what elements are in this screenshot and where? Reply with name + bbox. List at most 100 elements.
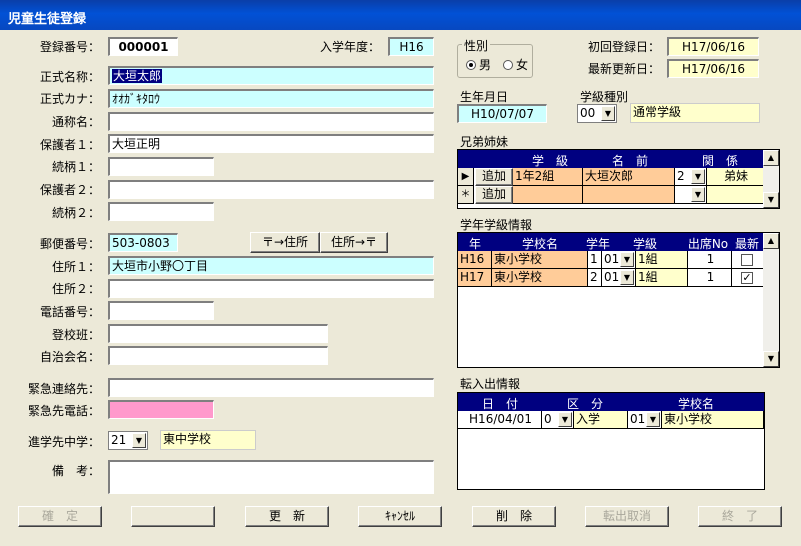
- grade-row2-attendance[interactable]: 1: [688, 269, 732, 287]
- cancel-button[interactable]: ｷｬﾝｾﾙ: [358, 506, 442, 527]
- junior-high-dropdown-icon[interactable]: ▼: [132, 433, 146, 448]
- sib-row2-relation: [707, 186, 764, 204]
- scroll-up-icon[interactable]: ▲: [763, 150, 779, 166]
- reg-no-field[interactable]: 000001: [108, 37, 178, 56]
- transfer-row1-kind-dropdown-icon[interactable]: ▼: [558, 412, 572, 427]
- end-button[interactable]: 終 了: [698, 506, 782, 527]
- rel1-field[interactable]: [108, 157, 214, 176]
- grade-row1-dropdown-icon[interactable]: ▼: [620, 252, 634, 267]
- gender-female-option[interactable]: 女: [503, 56, 528, 73]
- postal-field[interactable]: 503-0803: [108, 233, 178, 252]
- transfer-info-label: 転入出情報: [460, 377, 521, 391]
- class-type-dropdown-icon[interactable]: ▼: [601, 106, 615, 121]
- grade-row1-school[interactable]: 東小学校: [492, 251, 588, 269]
- transfer-row1-school-dropdown-icon[interactable]: ▼: [646, 412, 660, 427]
- zip-to-address-button[interactable]: 〒→住所: [250, 232, 320, 253]
- undo-transfer-button[interactable]: 転出取消: [585, 506, 669, 527]
- scroll-down-icon[interactable]: ▼: [763, 351, 779, 367]
- siblings-scrollbar[interactable]: ▲ ▼: [763, 150, 779, 208]
- grade-scrollbar[interactable]: ▲ ▼: [763, 233, 779, 367]
- name-field[interactable]: 大垣太郎: [108, 66, 434, 85]
- delete-button[interactable]: 削 除: [472, 506, 556, 527]
- transfer-row1-date[interactable]: H16/04/01: [458, 411, 542, 429]
- grade-col-latest: 最新: [734, 237, 759, 251]
- grade-header: 年 学校名 学年 学級 出席No 最新: [458, 233, 763, 251]
- first-registered-field: H17/06/16: [667, 37, 759, 56]
- birth-field[interactable]: H10/07/07: [457, 104, 547, 123]
- transfer-row1-school: 東小学校: [662, 411, 764, 429]
- emergency-phone-field[interactable]: [108, 400, 214, 419]
- transfer-header: 日 付 区 分 学校名: [458, 393, 764, 411]
- sib-row1-name[interactable]: 大垣次郎: [583, 168, 675, 186]
- sib-row2-dropdown-icon[interactable]: ▼: [691, 187, 705, 202]
- sib-row2-name[interactable]: [583, 186, 675, 204]
- sib-row1-add-button[interactable]: 追加: [475, 168, 513, 186]
- class-type-name: 通常学級: [630, 103, 760, 123]
- grade-col-school: 学校名: [521, 237, 558, 251]
- female-radio-icon: [503, 60, 513, 70]
- phone-field[interactable]: [108, 301, 214, 320]
- junior-high-label: 進学先中学：: [27, 435, 100, 449]
- male-label: 男: [479, 58, 492, 72]
- entry-year-field[interactable]: H16: [388, 37, 434, 56]
- last-updated-label: 最新更新日：: [587, 62, 660, 76]
- grade-row2-school[interactable]: 東小学校: [492, 269, 588, 287]
- school-group-label: 登校班：: [51, 328, 100, 342]
- sib-row1-marker[interactable]: ▶: [458, 168, 474, 186]
- sib-row1-dropdown-icon[interactable]: ▼: [691, 169, 705, 184]
- emergency-contact-field[interactable]: [108, 378, 434, 397]
- grade-row1-era[interactable]: H16: [458, 251, 492, 269]
- grade-row2-latest-checkbox[interactable]: ✓: [741, 272, 753, 284]
- addr1-label: 住所１：: [51, 260, 100, 274]
- entry-year-label: 入学年度：: [319, 40, 380, 54]
- guardian1-field[interactable]: 大垣正明: [108, 134, 434, 153]
- guardian2-label: 保護者２：: [39, 183, 100, 197]
- grade-row1-latest-checkbox[interactable]: [741, 254, 753, 266]
- last-updated-field: H17/06/16: [667, 59, 759, 78]
- class-type-code: 00: [580, 106, 596, 120]
- grade-row2-era[interactable]: H17: [458, 269, 492, 287]
- sib-col-relation: 関 係: [701, 154, 738, 168]
- phone-label: 電話番号：: [39, 305, 100, 319]
- guardian2-field[interactable]: [108, 180, 434, 199]
- gender-male-option[interactable]: 男: [466, 56, 491, 73]
- addr1-field[interactable]: 大垣市小野〇丁目: [108, 256, 434, 275]
- window-title: 児童生徒登録: [0, 0, 801, 30]
- school-group-field[interactable]: [108, 324, 328, 343]
- female-label: 女: [516, 58, 529, 72]
- kana-field[interactable]: ｵｵｶﾞｷﾀﾛｳ: [108, 89, 434, 108]
- postal-label: 郵便番号：: [39, 237, 100, 251]
- grade-row2-grade[interactable]: 2: [588, 269, 602, 287]
- sib-row1-class[interactable]: 1年2組: [513, 168, 583, 186]
- sib-row2-class[interactable]: [513, 186, 583, 204]
- update-button[interactable]: 更 新: [245, 506, 329, 527]
- grade-row1-attendance[interactable]: 1: [688, 251, 732, 269]
- grade-info-label: 学年学級情報: [460, 218, 533, 232]
- scroll-down-icon[interactable]: ▼: [763, 192, 779, 208]
- kana-label: 正式カナ：: [39, 92, 100, 106]
- sib-new-marker[interactable]: ＊: [458, 186, 474, 204]
- addr2-field[interactable]: [108, 279, 434, 298]
- confirm-button[interactable]: 確 定: [18, 506, 102, 527]
- rel2-label: 続柄２：: [51, 206, 100, 220]
- nickname-field[interactable]: [108, 112, 434, 131]
- address-to-zip-button[interactable]: 住所→〒: [320, 232, 388, 253]
- junior-high-code: 21: [111, 433, 127, 447]
- male-radio-icon: [466, 60, 476, 70]
- scroll-up-icon[interactable]: ▲: [763, 233, 779, 249]
- transfer-row1-kind: 入学: [574, 411, 628, 429]
- sib-row2-add-button[interactable]: 追加: [475, 186, 513, 204]
- rel2-field[interactable]: [108, 202, 214, 221]
- remarks-label: 備 考：: [51, 464, 100, 478]
- assoc-label: 自治会名：: [39, 350, 100, 364]
- remarks-field[interactable]: [108, 460, 434, 494]
- transfer-col-school: 学校名: [677, 397, 714, 411]
- junior-high-name: 東中学校: [160, 430, 256, 450]
- sib-col-class: 学 級: [531, 154, 568, 168]
- sib-col-name: 名 前: [611, 154, 648, 168]
- blank-button[interactable]: [131, 506, 215, 527]
- grade-row2-dropdown-icon[interactable]: ▼: [620, 270, 634, 285]
- grade-row1-grade[interactable]: 1: [588, 251, 602, 269]
- first-registered-label: 初回登録日：: [587, 40, 660, 54]
- assoc-field[interactable]: [108, 346, 328, 365]
